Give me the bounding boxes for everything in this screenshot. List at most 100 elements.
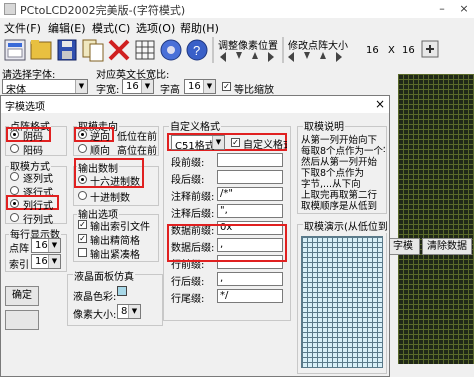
height-label: 字高 bbox=[160, 85, 180, 96]
forward-note: 高位在前 bbox=[117, 146, 157, 157]
modify-dot-label: 修改点阵大小 bbox=[288, 41, 348, 52]
radio-hex[interactable] bbox=[78, 175, 87, 184]
custom-format-checkbox[interactable]: ✓ bbox=[231, 138, 240, 147]
menu-options[interactable]: 选项(O) bbox=[136, 20, 175, 36]
tight-checkbox[interactable] bbox=[78, 248, 87, 257]
index-count-label: 索引 bbox=[9, 260, 29, 271]
custom-row-field[interactable]: /*" bbox=[217, 187, 283, 201]
help-label: 取模说明 bbox=[303, 118, 345, 133]
highlight-box bbox=[167, 224, 287, 262]
help-line: 取模顺序是从低到 bbox=[301, 201, 378, 212]
delete-icon[interactable] bbox=[106, 37, 132, 63]
demo-preview bbox=[301, 236, 383, 368]
compact-label: 输出精简格 bbox=[90, 236, 140, 247]
demo-label: 取模演示(从低位到 bbox=[303, 218, 389, 233]
radio-column[interactable] bbox=[10, 172, 19, 181]
lcd-color-label: 液晶色彩: bbox=[73, 292, 117, 303]
custom-row-label: 行尾缀: bbox=[171, 294, 205, 305]
pixel-size-select[interactable]: 8 ▼ bbox=[117, 304, 141, 319]
toolbar: ? 调整像素位置 修改点阵大小 16 X 16 bbox=[0, 37, 474, 65]
custom-row-label: 段后缀: bbox=[171, 175, 205, 186]
font-select[interactable]: 宋体 ▼ bbox=[2, 79, 88, 96]
new-icon[interactable] bbox=[2, 37, 28, 63]
radio-forward[interactable] bbox=[78, 144, 87, 153]
dot-count-select[interactable]: 16 ▼ bbox=[31, 238, 61, 253]
clear-data-button[interactable]: 清除数据 bbox=[422, 238, 472, 255]
format-select[interactable]: C51格式 ▼ bbox=[171, 135, 225, 152]
app-icon bbox=[4, 3, 16, 15]
dot-size-x: X bbox=[388, 45, 395, 56]
custom-row-field[interactable] bbox=[217, 170, 283, 184]
compact-checkbox[interactable]: ✓ bbox=[78, 234, 87, 243]
adjust-pixel-label: 调整像素位置 bbox=[218, 41, 278, 52]
dialog-close-icon[interactable]: × bbox=[375, 97, 385, 111]
reverse-note: 低位在前 bbox=[117, 132, 157, 143]
menu-edit[interactable]: 编辑(E) bbox=[48, 20, 86, 36]
radio-yangma[interactable] bbox=[10, 144, 19, 153]
custom-row-label: 行后缀: bbox=[171, 277, 205, 288]
dialog-title-bar: 字模选项 × bbox=[1, 96, 389, 113]
yangma-label: 阳码 bbox=[23, 146, 43, 157]
width-label: 字宽: bbox=[96, 85, 120, 96]
menu-bar: 文件(F) 编辑(E) 模式(C) 选项(O) 帮助(H) bbox=[0, 19, 474, 36]
tight-label: 输出紧凑格 bbox=[90, 250, 140, 261]
custom-row-field[interactable]: , bbox=[217, 272, 283, 286]
column-label: 逐列式 bbox=[23, 174, 53, 185]
svg-text:?: ? bbox=[193, 43, 200, 58]
font-options-dialog: 字模选项 × 点阵格式 阴码 阳码 取模方式 逐列式 逐行式 列行式 行列式 每… bbox=[0, 95, 390, 377]
index-file-label: 输出索引文件 bbox=[90, 222, 150, 233]
width-select[interactable]: 16 ▼ bbox=[122, 79, 154, 94]
toolbar-divider bbox=[212, 37, 214, 63]
radio-col-row[interactable] bbox=[10, 199, 19, 208]
menu-help[interactable]: 帮助(H) bbox=[180, 20, 219, 36]
settings-icon[interactable] bbox=[158, 37, 184, 63]
radio-yinma[interactable] bbox=[10, 130, 19, 139]
col-row-label: 列行式 bbox=[23, 201, 53, 212]
pixel-arrows[interactable] bbox=[218, 51, 278, 63]
radio-row-col[interactable] bbox=[10, 213, 19, 222]
toolbar-divider bbox=[282, 37, 284, 63]
dec-label: 十进制数 bbox=[90, 193, 130, 204]
ratio-label: 等比缩放 bbox=[234, 85, 274, 96]
dot-matrix-canvas[interactable] bbox=[398, 74, 474, 364]
lcd-label: 液晶面板仿真 bbox=[73, 268, 135, 283]
reset-icon[interactable] bbox=[420, 39, 440, 59]
blank-button[interactable] bbox=[5, 310, 39, 330]
grid-icon[interactable] bbox=[132, 37, 158, 63]
custom-row-field[interactable]: */ bbox=[217, 289, 283, 303]
index-file-checkbox[interactable]: ✓ bbox=[78, 220, 87, 229]
reverse-label: 逆向 bbox=[90, 132, 110, 143]
dot-count-label: 点阵 bbox=[9, 244, 29, 255]
menu-mode[interactable]: 模式(C) bbox=[92, 20, 130, 36]
ok-button[interactable]: 确定 bbox=[5, 286, 39, 306]
menu-file[interactable]: 文件(F) bbox=[4, 20, 41, 36]
height-select[interactable]: 16 ▼ bbox=[184, 79, 216, 94]
lcd-color-swatch[interactable] bbox=[117, 286, 127, 296]
help-icon[interactable]: ? bbox=[184, 37, 210, 63]
title-bar: PCtoLCD2002完美版-(字符模式) – × bbox=[0, 0, 474, 18]
dot-size-b: 16 bbox=[402, 45, 415, 56]
yinma-label: 阴码 bbox=[23, 132, 43, 143]
custom-row-field[interactable] bbox=[217, 153, 283, 167]
close-icon[interactable]: × bbox=[458, 2, 470, 15]
radio-reverse[interactable] bbox=[78, 130, 87, 139]
custom-row-label: 段前缀: bbox=[171, 158, 205, 169]
ratio-checkbox[interactable]: ✓ bbox=[222, 82, 231, 91]
minimize-icon[interactable]: – bbox=[436, 2, 448, 15]
open-icon[interactable] bbox=[28, 37, 54, 63]
save-icon[interactable] bbox=[54, 37, 80, 63]
custom-format-label: 自定义格式 bbox=[169, 118, 221, 133]
forward-label: 顺向 bbox=[90, 146, 110, 157]
custom-row-label: 注释前缀: bbox=[171, 192, 215, 203]
custom-row-field[interactable]: ", bbox=[217, 204, 283, 218]
dot-arrows[interactable] bbox=[286, 51, 346, 63]
radio-row[interactable] bbox=[10, 186, 19, 195]
index-count-select[interactable]: 16 ▼ bbox=[31, 254, 61, 269]
row-col-label: 行列式 bbox=[23, 215, 53, 226]
custom-format-check-label: 自定义格式 bbox=[243, 140, 287, 151]
dot-size-a: 16 bbox=[366, 45, 379, 56]
copy-icon[interactable] bbox=[80, 37, 106, 63]
radio-dec[interactable] bbox=[78, 191, 87, 200]
custom-row-label: 注释后缀: bbox=[171, 209, 215, 220]
generate-button[interactable]: 字模 bbox=[386, 238, 420, 255]
